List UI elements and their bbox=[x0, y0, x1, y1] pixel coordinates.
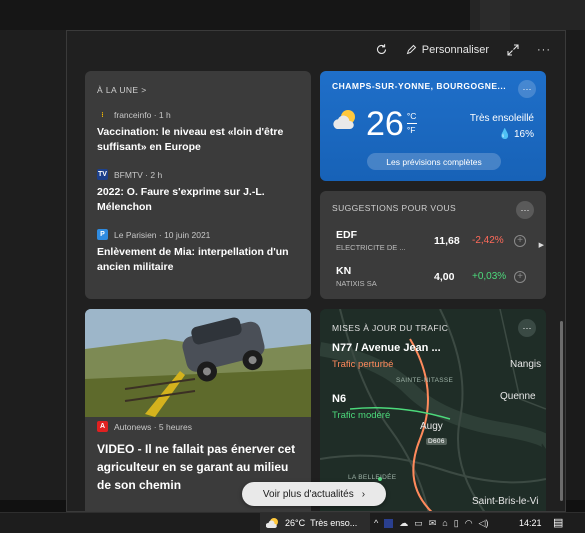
stock-row[interactable]: KN NATIXIS SA 4,00 +0,03% + bbox=[336, 265, 534, 288]
panel-toolbar: Personnaliser ··· bbox=[375, 43, 551, 56]
stock-name: ELECTRICITE DE ... bbox=[336, 243, 406, 252]
see-more-news-button[interactable]: Voir plus d'actualités › bbox=[242, 482, 386, 506]
traffic-more-button[interactable]: ··· bbox=[518, 319, 536, 337]
stock-change: +0,03% bbox=[472, 271, 507, 282]
news-image bbox=[85, 309, 311, 417]
weather-card[interactable]: CHAMPS-SUR-YONNE, BOURGOGNE... ··· 26 °C… bbox=[320, 71, 546, 181]
more-icon: ··· bbox=[537, 43, 551, 56]
taskbar-weather-text: Très enso... bbox=[310, 518, 358, 528]
map-label-augy: Augy bbox=[420, 421, 443, 432]
map-label-d606: D606 bbox=[426, 438, 447, 445]
map-label-sainte-nitasse: SAINTE-NITASSE bbox=[396, 377, 454, 384]
weather-precipitation: 💧 16% bbox=[498, 129, 534, 140]
desktop-background bbox=[0, 30, 66, 500]
full-forecast-button[interactable]: Les prévisions complètes bbox=[367, 153, 501, 170]
system-tray: ^ ☁ ▭ ✉ ⌂ ▯ ◠ ◁) bbox=[374, 513, 488, 533]
suggestions-more-button[interactable]: ··· bbox=[516, 201, 534, 219]
news-source-label: Autonews · 5 heures bbox=[114, 421, 192, 432]
refresh-button[interactable] bbox=[375, 43, 388, 56]
news-and-interests-panel: Personnaliser ··· À LA UNE > ⁝ franceinf… bbox=[66, 30, 566, 512]
see-more-label: Voir plus d'actualités bbox=[262, 488, 354, 500]
autonews-logo-icon: A bbox=[97, 421, 108, 432]
personalize-label: Personnaliser bbox=[421, 43, 489, 56]
cloud-icon[interactable]: ☁ bbox=[399, 518, 408, 529]
chevron-up-icon[interactable]: ^ bbox=[374, 518, 378, 528]
traffic-road: N6 bbox=[332, 393, 347, 405]
stock-row[interactable]: EDF ELECTRICITE DE ... 11,68 -2,42% + bbox=[336, 229, 534, 252]
mail-icon[interactable]: ✉ bbox=[429, 518, 437, 529]
map-label-saint-bris: Saint-Bris-le-Vi bbox=[472, 496, 539, 507]
story-source-label: BFMTV · 2 h bbox=[114, 169, 163, 180]
partly-sunny-icon bbox=[333, 110, 355, 129]
story-source: ⁝ franceinfo · 1 h bbox=[97, 109, 299, 120]
map-label-la-belle-idee: LA BELLEIDÉE bbox=[348, 474, 397, 481]
stock-suggestions-card: SUGGESTIONS POUR VOUS ··· EDF ELECTRICIT… bbox=[320, 191, 546, 299]
news-source: A Autonews · 5 heures bbox=[97, 421, 301, 432]
next-arrow-icon[interactable]: ▶ bbox=[539, 241, 544, 249]
news-photo bbox=[85, 309, 311, 417]
chat-icon[interactable]: ▭ bbox=[414, 518, 423, 529]
notification-icon[interactable]: ▤ bbox=[553, 516, 563, 529]
stock-change: -2,42% bbox=[472, 235, 504, 246]
leparisien-logo-icon: P bbox=[97, 229, 108, 240]
traffic-status: Trafic modéré bbox=[332, 410, 391, 421]
stock-name: NATIXIS SA bbox=[336, 279, 377, 288]
map-label-nangis: Nangis bbox=[510, 359, 542, 370]
bfmtv-logo-icon: TV bbox=[97, 169, 108, 180]
top-stories-header[interactable]: À LA UNE > bbox=[97, 85, 299, 95]
traffic-status: Trafic perturbé bbox=[332, 359, 394, 370]
traffic-road: N77 / Avenue Jean ... bbox=[332, 342, 441, 354]
story-source: P Le Parisien · 10 juin 2021 bbox=[97, 229, 299, 240]
panel-scrollbar[interactable] bbox=[560, 321, 563, 501]
story-item[interactable]: ⁝ franceinfo · 1 h Vaccination: le nivea… bbox=[97, 109, 299, 155]
usb-icon[interactable]: ⌂ bbox=[442, 518, 447, 528]
pencil-icon bbox=[406, 44, 416, 55]
map-label-quenne: Quenne bbox=[500, 391, 536, 402]
story-item[interactable]: P Le Parisien · 10 juin 2021 Enlèvement … bbox=[97, 229, 299, 275]
story-source: TV BFMTV · 2 h bbox=[97, 169, 299, 180]
battery-icon[interactable]: ▯ bbox=[454, 518, 459, 529]
suggestions-header: SUGGESTIONS POUR VOUS bbox=[332, 203, 457, 213]
add-stock-icon[interactable]: + bbox=[514, 270, 526, 283]
weather-details: Très ensoleillé 💧 16% bbox=[470, 111, 534, 143]
story-headline[interactable]: Vaccination: le niveau est «loin d'être … bbox=[97, 125, 299, 155]
temperature-unit-toggle[interactable]: °C °F bbox=[406, 111, 417, 136]
taskbar: 26°C Très enso... ^ ☁ ▭ ✉ ⌂ ▯ ◠ ◁) 14:21… bbox=[0, 512, 585, 533]
taskbar-weather-temp: 26°C bbox=[285, 518, 306, 528]
story-item[interactable]: TV BFMTV · 2 h 2022: O. Faure s'exprime … bbox=[97, 169, 299, 215]
personalize-button[interactable]: Personnaliser bbox=[406, 44, 489, 56]
refresh-icon bbox=[376, 44, 386, 54]
partly-sunny-icon bbox=[266, 518, 278, 528]
weather-main: 26 °C °F Très ensoleillé 💧 16% bbox=[332, 107, 534, 143]
wifi-icon[interactable]: ◠ bbox=[465, 518, 473, 529]
desktop-background bbox=[480, 0, 510, 30]
unit-fahrenheit[interactable]: °F bbox=[407, 125, 417, 136]
story-headline[interactable]: Enlèvement de Mia: interpellation d'un a… bbox=[97, 245, 299, 275]
stock-symbol: EDF bbox=[336, 229, 357, 241]
franceinfo-logo-icon: ⁝ bbox=[101, 111, 104, 119]
weather-location: CHAMPS-SUR-YONNE, BOURGOGNE... bbox=[332, 81, 507, 91]
app-tray-icon[interactable] bbox=[384, 518, 394, 528]
story-headline[interactable]: 2022: O. Faure s'exprime sur J.-L. Mélen… bbox=[97, 185, 299, 215]
more-options-button[interactable]: ··· bbox=[537, 44, 551, 56]
top-stories-card: À LA UNE > ⁝ franceinfo · 1 h Vaccinatio… bbox=[85, 71, 311, 299]
story-source-label: franceinfo · 1 h bbox=[114, 109, 171, 120]
add-stock-icon[interactable]: + bbox=[514, 234, 526, 247]
story-source-label: Le Parisien · 10 juin 2021 bbox=[114, 229, 211, 240]
taskbar-clock[interactable]: 14:21 bbox=[519, 518, 542, 528]
weather-temperature: 26 bbox=[366, 105, 404, 143]
volume-icon[interactable]: ◁) bbox=[479, 518, 489, 529]
desktop-background bbox=[0, 0, 470, 30]
traffic-header: MISES À JOUR DU TRAFIC bbox=[332, 323, 449, 333]
stock-price: 11,68 bbox=[434, 234, 460, 247]
chevron-right-icon: › bbox=[361, 488, 366, 500]
weather-more-button[interactable]: ··· bbox=[518, 80, 536, 98]
expand-button[interactable] bbox=[507, 43, 519, 56]
stock-symbol: KN bbox=[336, 265, 352, 277]
taskbar-weather-button[interactable]: 26°C Très enso... bbox=[260, 513, 370, 533]
expand-icon bbox=[507, 43, 519, 56]
unit-celsius[interactable]: °C bbox=[407, 111, 417, 122]
weather-condition: Très ensoleillé bbox=[469, 113, 534, 124]
stock-price: 4,00 bbox=[434, 270, 455, 283]
